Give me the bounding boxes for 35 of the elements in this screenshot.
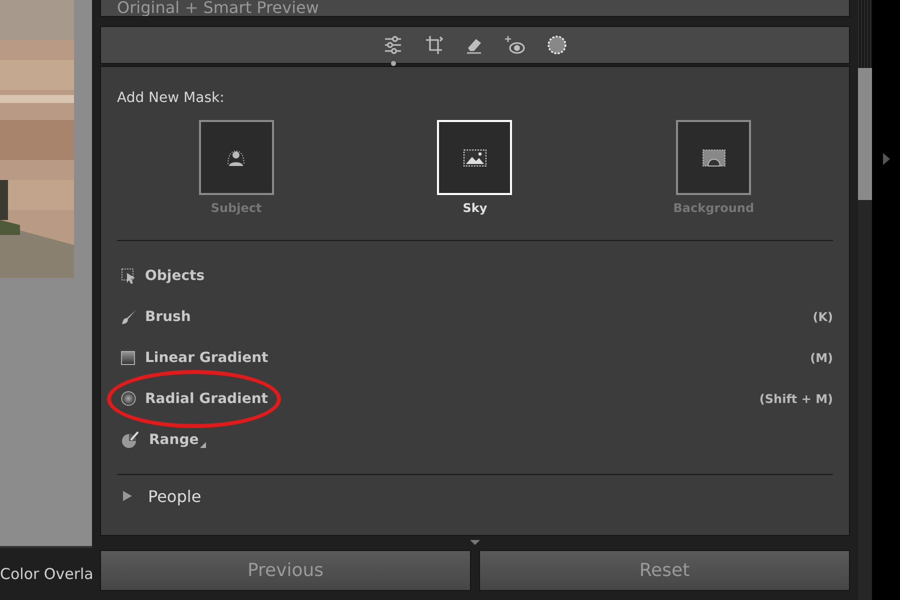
mask-label: Background xyxy=(673,201,754,215)
crop-icon[interactable] xyxy=(425,35,443,55)
preview-label: Original + Smart Preview xyxy=(117,0,319,16)
scrollbar-thumb[interactable] xyxy=(858,68,872,200)
mask-label: Sky xyxy=(462,201,488,215)
background-icon xyxy=(702,148,726,166)
tool-item[interactable]: Linear Gradient xyxy=(145,350,268,366)
eraser-icon[interactable] xyxy=(465,36,483,54)
image-icon xyxy=(462,148,487,166)
collapse-icon[interactable] xyxy=(470,540,480,545)
tool-item[interactable]: Brush xyxy=(145,308,191,324)
range-icon xyxy=(121,430,139,448)
tool-item[interactable]: Objects xyxy=(145,268,205,284)
expand-icon[interactable] xyxy=(123,491,132,501)
objects-icon xyxy=(121,268,137,284)
tool-item[interactable]: Radial Gradient xyxy=(145,390,268,406)
mask-tile[interactable] xyxy=(676,120,752,195)
mask-icon[interactable] xyxy=(547,35,567,55)
shortcut-label: (Shift + M) xyxy=(759,392,833,406)
expand-icon[interactable] xyxy=(882,153,890,165)
mask-label: Subject xyxy=(210,201,262,215)
sliders-icon[interactable] xyxy=(383,35,403,55)
shortcut-label: (M) xyxy=(810,350,833,364)
radial-gradient-icon xyxy=(121,391,136,406)
shortcut-label: (K) xyxy=(812,310,833,324)
tool-item[interactable]: Range xyxy=(149,432,199,448)
linear-gradient-icon xyxy=(121,350,135,364)
section-title: Add New Mask: xyxy=(117,90,224,106)
corner-icon xyxy=(200,442,206,448)
person-icon xyxy=(226,150,246,166)
section-header[interactable]: People xyxy=(148,486,202,506)
panel-label: Color Overla xyxy=(0,546,92,600)
mask-tile[interactable] xyxy=(198,120,274,195)
brush-icon xyxy=(121,308,137,324)
eye-plus-icon[interactable] xyxy=(505,35,525,55)
